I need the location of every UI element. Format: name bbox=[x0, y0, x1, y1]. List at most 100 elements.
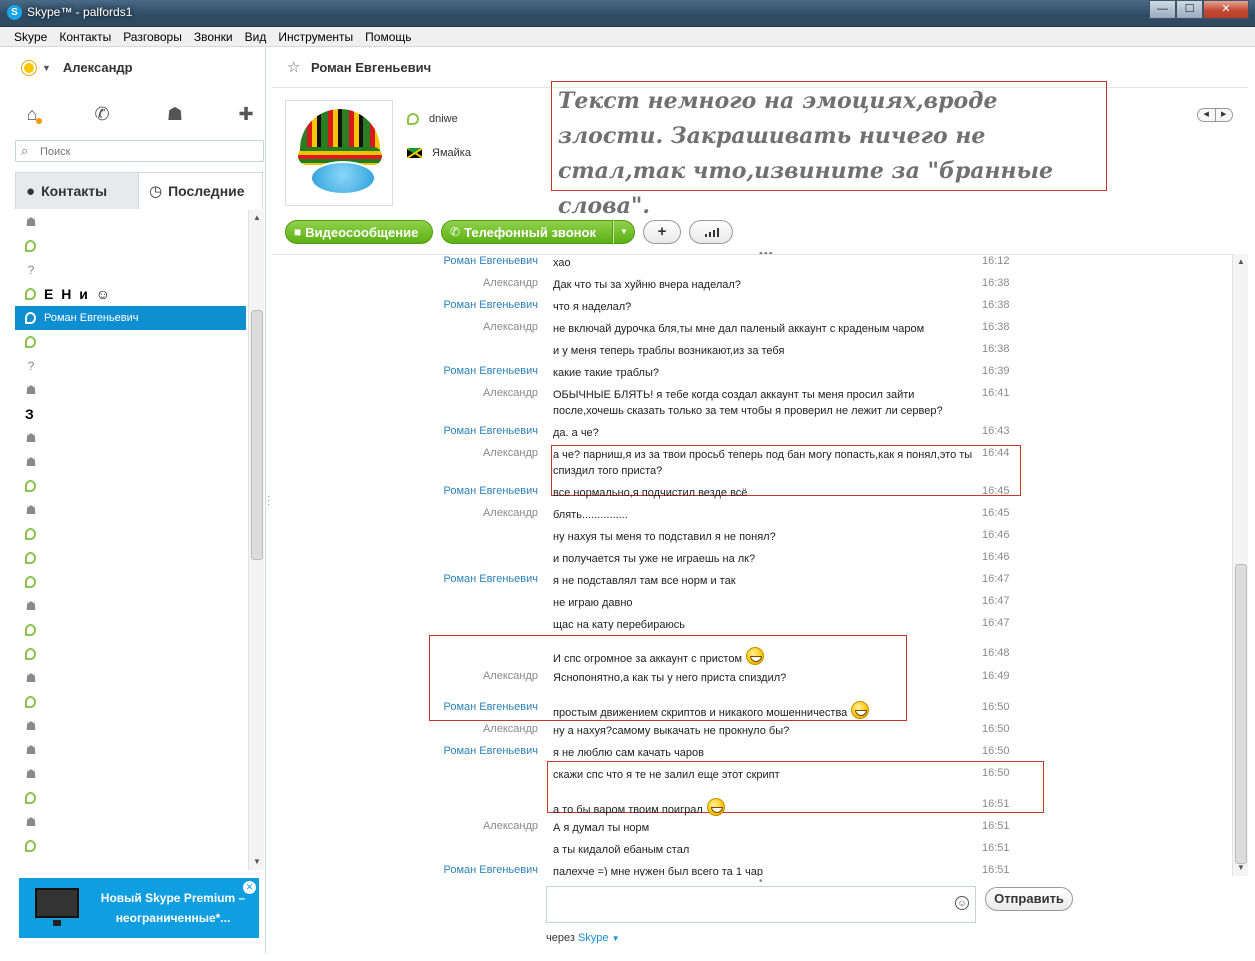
close-icon[interactable]: ✕ bbox=[243, 881, 256, 894]
contact-row[interactable] bbox=[15, 786, 246, 810]
group-icon: ☗ bbox=[25, 719, 37, 733]
chat-scrollbar[interactable]: ▲ ▼ bbox=[1232, 254, 1248, 876]
next-arrow-icon[interactable]: ▶ bbox=[1216, 109, 1233, 121]
contact-row[interactable]: ☗ bbox=[15, 594, 246, 618]
chevron-down-icon[interactable]: ▼ bbox=[612, 934, 620, 943]
premium-promo-banner[interactable]: Новый Skype Premium – неограниченные*...… bbox=[19, 878, 259, 938]
via-skype-link[interactable]: Skype bbox=[578, 932, 609, 944]
scroll-up-arrow[interactable]: ▲ bbox=[1233, 254, 1249, 270]
contact-row[interactable]: Ε Η и ☺ bbox=[15, 282, 246, 306]
tab-recent[interactable]: ◷ Последние bbox=[139, 172, 263, 209]
contact-row[interactable] bbox=[15, 570, 246, 594]
contact-row[interactable] bbox=[15, 834, 246, 858]
message-input[interactable]: ☺ bbox=[546, 886, 976, 923]
contact-avatar[interactable] bbox=[285, 100, 393, 206]
person-icon: ● bbox=[26, 182, 36, 200]
menu-tools[interactable]: Инструменты bbox=[272, 27, 359, 46]
home-icon[interactable]: ⌂ bbox=[20, 102, 44, 126]
message-author[interactable]: Александр bbox=[483, 723, 538, 735]
message-author[interactable]: Роман Евгеньевич bbox=[444, 299, 539, 311]
contact-list-scrollbar[interactable]: ▲ ▼ bbox=[248, 210, 264, 870]
message-author[interactable]: Роман Евгеньевич bbox=[444, 425, 539, 437]
message-author[interactable]: Александр bbox=[483, 670, 538, 682]
message-author[interactable]: Роман Евгеньевич bbox=[444, 365, 539, 377]
phone-call-label: Телефонный звонок bbox=[464, 224, 596, 240]
menu-contacts[interactable]: Контакты bbox=[53, 27, 117, 46]
contact-row[interactable]: Роман Евгеньевич bbox=[15, 306, 246, 330]
message-author[interactable]: Александр bbox=[483, 820, 538, 832]
leaf-status-icon bbox=[25, 648, 36, 660]
add-contact-icon[interactable]: ✚ bbox=[234, 102, 258, 126]
contact-row[interactable] bbox=[15, 330, 246, 354]
menu-help[interactable]: Помощь bbox=[359, 27, 417, 46]
prev-arrow-icon[interactable]: ◀ bbox=[1198, 109, 1216, 121]
call-phone-icon[interactable]: ✆ bbox=[90, 102, 114, 126]
message-text: я не люблю сам качать чаров bbox=[553, 747, 704, 759]
contact-row[interactable]: ☗ bbox=[15, 498, 246, 522]
contact-row[interactable] bbox=[15, 522, 246, 546]
away-status-icon[interactable] bbox=[22, 60, 36, 75]
group-icon[interactable]: ☗ bbox=[163, 102, 187, 126]
message-author[interactable]: Александр bbox=[483, 277, 538, 289]
add-button[interactable]: + bbox=[643, 220, 681, 244]
message-author[interactable]: Александр bbox=[483, 387, 538, 399]
search-input[interactable] bbox=[40, 144, 260, 159]
contact-row[interactable]: ☗ bbox=[15, 714, 246, 738]
scroll-up-arrow[interactable]: ▲ bbox=[249, 210, 265, 226]
contact-row[interactable]: ☗ bbox=[15, 738, 246, 762]
contact-row[interactable]: ☗ bbox=[15, 210, 246, 234]
contact-row[interactable]: ☗ bbox=[15, 426, 246, 450]
message-author[interactable]: Александр bbox=[483, 507, 538, 519]
chevron-down-icon[interactable]: ▼ bbox=[613, 220, 635, 244]
tab-contacts[interactable]: ● Контакты bbox=[15, 172, 139, 209]
message-text: простым движением скриптов и никакого мо… bbox=[553, 707, 848, 719]
message-author[interactable]: Роман Евгеньевич bbox=[444, 864, 539, 876]
contact-row[interactable] bbox=[15, 690, 246, 714]
contact-row[interactable]: ☗ bbox=[15, 450, 246, 474]
star-favorite-icon[interactable]: ☆ bbox=[287, 58, 300, 76]
message-author[interactable]: Роман Евгеньевич bbox=[444, 573, 539, 585]
message-author[interactable]: Роман Евгеньевич bbox=[444, 485, 539, 497]
history-nav[interactable]: ◀ ▶ bbox=[1197, 108, 1233, 122]
contact-row[interactable] bbox=[15, 234, 246, 258]
message-author[interactable]: Роман Евгеньевич bbox=[444, 255, 539, 267]
message-author[interactable]: Александр bbox=[483, 447, 538, 459]
panel-splitter-handle[interactable]: · · · bbox=[267, 492, 271, 510]
send-button[interactable]: Отправить bbox=[985, 887, 1073, 911]
contact-row[interactable]: ? bbox=[15, 258, 246, 282]
contact-row[interactable] bbox=[15, 546, 246, 570]
scroll-down-arrow[interactable]: ▼ bbox=[249, 854, 265, 870]
scroll-down-arrow[interactable]: ▼ bbox=[1233, 860, 1249, 876]
video-message-button[interactable]: ■ Видеосообщение bbox=[285, 220, 433, 244]
contact-row[interactable] bbox=[15, 474, 246, 498]
contact-row[interactable] bbox=[15, 618, 246, 642]
contact-row[interactable]: ? bbox=[15, 354, 246, 378]
message-author[interactable]: Александр bbox=[483, 321, 538, 333]
phone-call-button[interactable]: ✆ Телефонный звонок bbox=[441, 220, 613, 244]
contact-row[interactable]: ☗ bbox=[15, 810, 246, 834]
call-quality-button[interactable] bbox=[689, 220, 733, 244]
menu-calls[interactable]: Звонки bbox=[188, 27, 239, 46]
chevron-down-icon[interactable]: ▼ bbox=[42, 63, 51, 73]
minimize-button[interactable]: — bbox=[1149, 0, 1176, 19]
scroll-thumb[interactable] bbox=[1235, 564, 1247, 864]
message-author[interactable]: Роман Евгеньевич bbox=[444, 701, 539, 713]
close-button[interactable]: ✕ bbox=[1203, 0, 1249, 19]
contact-row[interactable]: ☗ bbox=[15, 666, 246, 690]
avatar-skype-logo bbox=[310, 161, 376, 195]
menu-skype[interactable]: Skype bbox=[8, 27, 53, 46]
message-time: 16:44 bbox=[982, 447, 1010, 459]
contact-row[interactable]: ☗ bbox=[15, 762, 246, 786]
menu-conversations[interactable]: Разговоры bbox=[117, 27, 188, 46]
title-bar: S Skype™ - palfords1 — ☐ ✕ bbox=[0, 0, 1255, 27]
emoticon-icon[interactable]: ☺ bbox=[955, 896, 969, 910]
maximize-button[interactable]: ☐ bbox=[1176, 0, 1203, 19]
contact-row[interactable]: ☗ bbox=[15, 378, 246, 402]
contact-row[interactable] bbox=[15, 642, 246, 666]
message-author[interactable]: Роман Евгеньевич bbox=[444, 745, 539, 757]
my-profile[interactable]: ▼ Александр bbox=[22, 60, 133, 75]
message-time: 16:50 bbox=[982, 723, 1010, 735]
scroll-thumb[interactable] bbox=[251, 310, 263, 560]
contact-row[interactable]: З bbox=[15, 402, 246, 426]
menu-view[interactable]: Вид bbox=[239, 27, 273, 46]
